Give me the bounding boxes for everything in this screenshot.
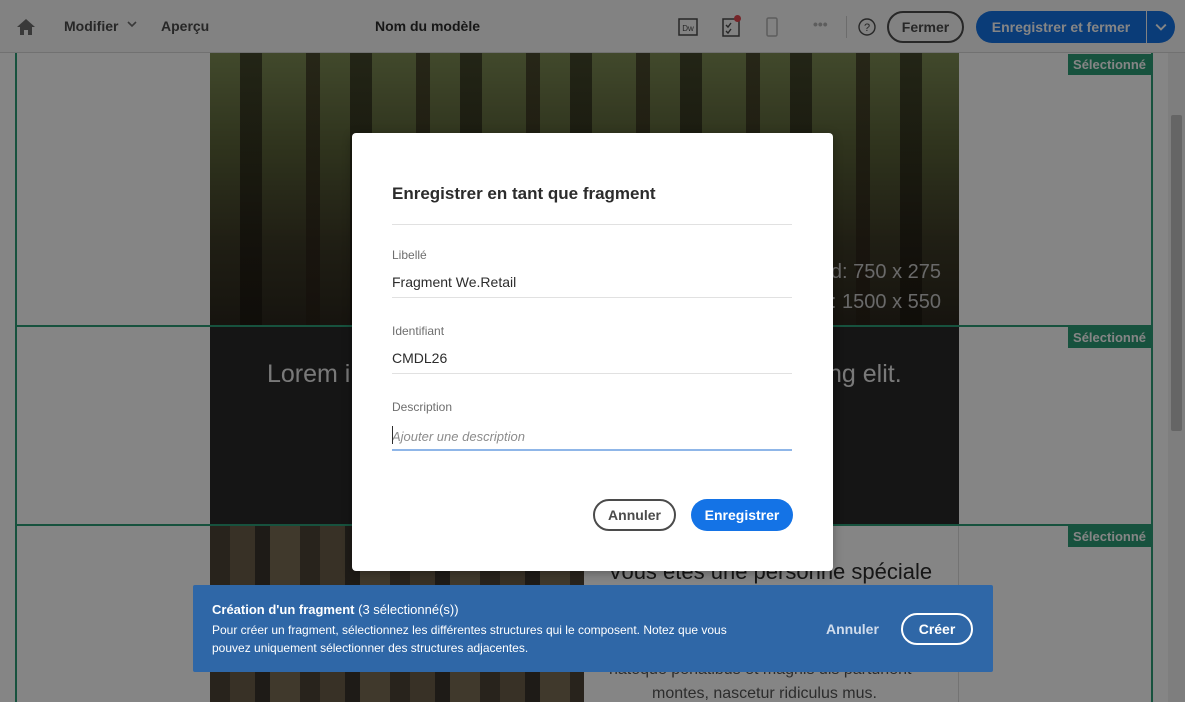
label-field-label: Libellé [392, 248, 427, 262]
id-field-label: Identifiant [392, 324, 445, 338]
text-caret [392, 426, 393, 444]
save-fragment-dialog: Enregistrer en tant que fragment Libellé… [352, 133, 833, 571]
toast-create-button[interactable]: Créer [901, 613, 973, 645]
dialog-title: Enregistrer en tant que fragment [392, 184, 656, 203]
toast-title: Création d'un fragment (3 sélectionné(s)… [212, 602, 459, 617]
label-field-input[interactable]: Fragment We.Retail [392, 274, 516, 290]
toast-message: Pour créer un fragment, sélectionnez les… [212, 623, 727, 655]
description-input[interactable] [392, 423, 792, 451]
cancel-button[interactable]: Annuler [593, 499, 676, 531]
toast-heading: Création d'un fragment [212, 602, 355, 617]
field-underline [392, 373, 792, 374]
toast-count: (3 sélectionné(s)) [358, 602, 459, 617]
save-button[interactable]: Enregistrer [691, 499, 793, 531]
fragment-creation-toast: Création d'un fragment (3 sélectionné(s)… [193, 585, 993, 672]
dialog-divider [392, 224, 792, 225]
description-field-label: Description [392, 400, 453, 414]
field-underline [392, 297, 792, 298]
toast-cancel-button[interactable]: Annuler [826, 621, 879, 637]
id-field-input[interactable]: CMDL26 [392, 350, 447, 366]
